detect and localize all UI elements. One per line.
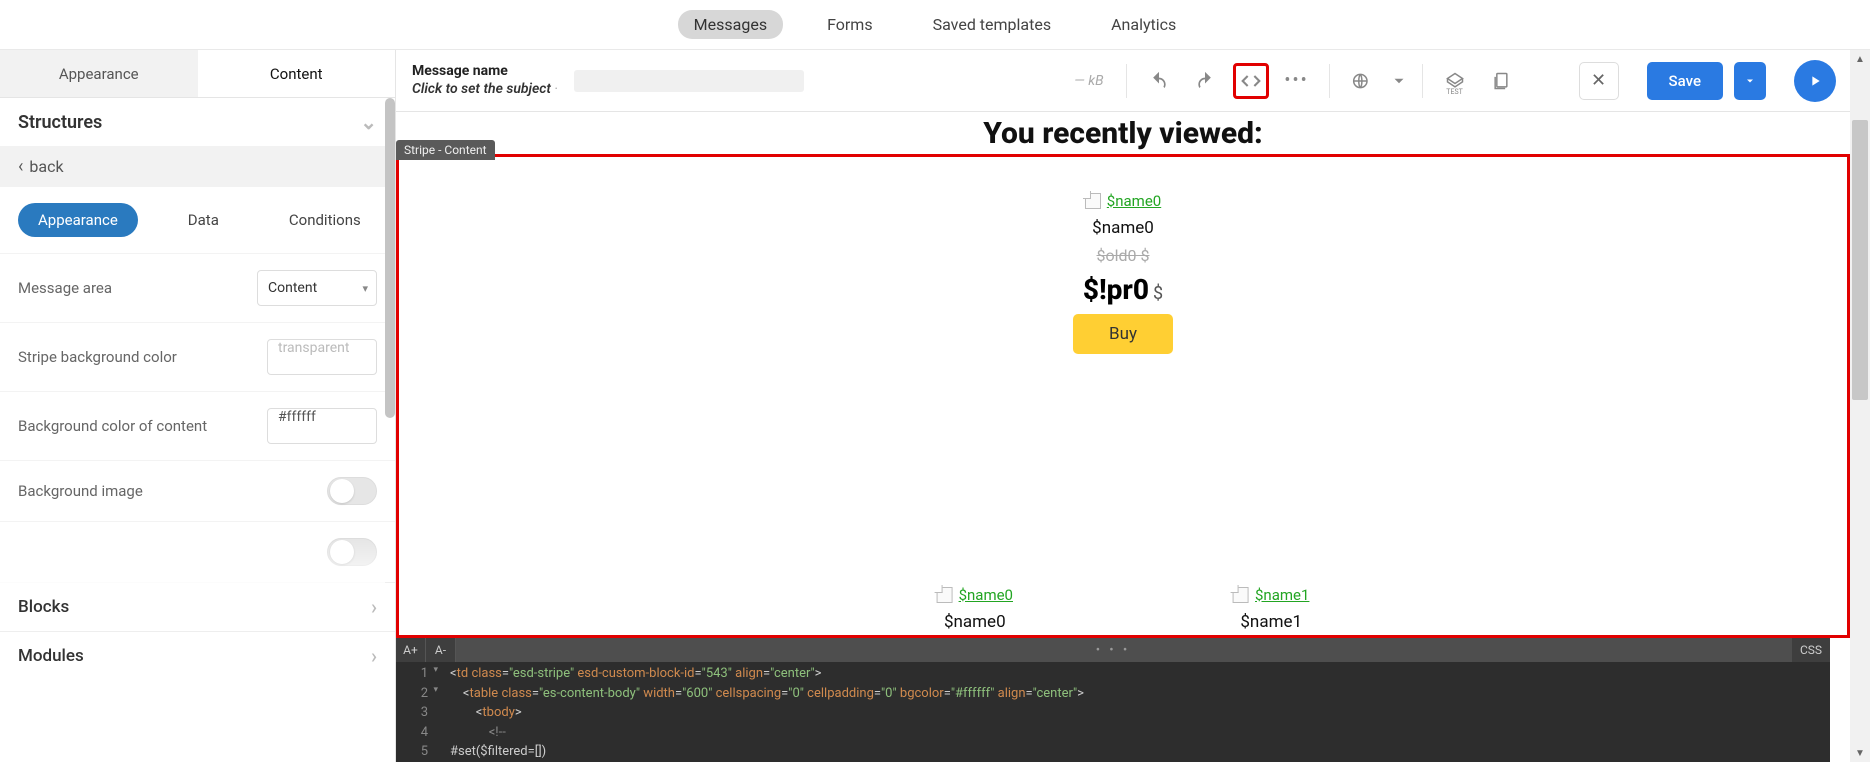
scrollbar-thumb[interactable] — [1852, 120, 1868, 400]
canvas[interactable]: You recently viewed: Stripe - Content $n… — [396, 112, 1850, 762]
broken-image-icon — [1233, 587, 1249, 603]
buy-button[interactable]: Buy — [1073, 314, 1173, 354]
subtab-data[interactable]: Data — [168, 203, 239, 237]
code-body[interactable]: 12345 <td class="esd-stripe" esd-custom-… — [396, 662, 1830, 762]
content-bg-input[interactable]: #ffffff — [267, 408, 377, 444]
back-button[interactable]: back — [0, 146, 395, 187]
section-structures[interactable]: Structures — [0, 98, 395, 146]
product-row: $name0 $name0 $name1 $name1 — [937, 586, 1310, 632]
field-content-bg: Background color of content #ffffff — [0, 391, 395, 460]
product-price: $!pr0$ — [1083, 273, 1163, 306]
content-bg-label: Background color of content — [18, 417, 207, 435]
undo-icon[interactable] — [1141, 63, 1177, 99]
section-modules[interactable]: Modules — [0, 631, 395, 680]
section-blocks[interactable]: Blocks — [0, 582, 395, 631]
right-scrollbar[interactable]: ▲ ▼ — [1850, 50, 1870, 762]
product-name: $name0 — [944, 612, 1006, 632]
scroll-up-arrow[interactable]: ▲ — [1850, 50, 1870, 68]
css-button[interactable]: CSS — [1792, 638, 1830, 662]
bg-image-label: Background image — [18, 482, 143, 500]
right-panel: Message name Click to set the subject — … — [396, 50, 1870, 762]
scroll-down-arrow[interactable]: ▼ — [1850, 744, 1870, 762]
test-icon[interactable]: TEST — [1437, 63, 1473, 99]
left-tab-content[interactable]: Content — [198, 50, 396, 97]
bg-image-toggle[interactable] — [327, 477, 377, 505]
product-card: $name0 $name0 — [937, 586, 1013, 632]
code-editor[interactable]: A+ A- • • • CSS 12345 <td class="esd-str… — [396, 638, 1830, 762]
language-dropdown-icon[interactable] — [1390, 63, 1408, 99]
cutoff-label — [18, 543, 22, 561]
save-button[interactable]: Save — [1647, 62, 1723, 100]
chevron-right-icon — [371, 595, 377, 619]
drag-handle-icon[interactable]: • • • — [1096, 643, 1131, 658]
language-icon[interactable] — [1344, 63, 1380, 99]
stripe-tag: Stripe - Content — [396, 140, 495, 160]
subject-placeholder[interactable]: Click to set the subject — [412, 81, 558, 99]
line-gutter: 12345 — [396, 662, 436, 762]
chevron-right-icon — [371, 644, 377, 668]
font-decrease-button[interactable]: A- — [426, 638, 456, 662]
copy-icon[interactable] — [1483, 63, 1519, 99]
message-area-label: Message area — [18, 279, 112, 297]
field-bg-image: Background image — [0, 460, 395, 521]
canvas-heading: You recently viewed: — [396, 116, 1850, 151]
message-area-select[interactable]: Content — [257, 270, 377, 306]
close-button[interactable]: ✕ — [1579, 62, 1619, 100]
product-name: $name1 — [1240, 612, 1302, 632]
top-nav: Messages Forms Saved templates Analytics — [0, 0, 1870, 50]
product-image[interactable]: $name0 — [1085, 192, 1161, 210]
tab-forms[interactable]: Forms — [811, 10, 889, 39]
code-view-icon[interactable] — [1233, 63, 1269, 99]
field-cutoff — [0, 521, 395, 582]
size-indicator: — kB — [1074, 73, 1103, 89]
stripe-bg-input[interactable]: transparent — [267, 339, 377, 375]
code-toolbar: A+ A- • • • CSS — [396, 638, 1830, 662]
font-increase-button[interactable]: A+ — [396, 638, 426, 662]
editor-toolbar: Message name Click to set the subject — … — [396, 50, 1870, 112]
subtab-conditions[interactable]: Conditions — [269, 203, 381, 237]
more-icon[interactable]: ••• — [1279, 63, 1315, 99]
message-name-block: Message name Click to set the subject — [412, 63, 558, 98]
product-image[interactable]: $name1 — [1233, 586, 1309, 604]
stripe-bg-label: Stripe background color — [18, 348, 177, 366]
left-tab-appearance[interactable]: Appearance — [0, 50, 198, 97]
product-image-link[interactable]: $name1 — [1255, 586, 1309, 604]
code-content[interactable]: <td class="esd-stripe" esd-custom-block-… — [436, 662, 1084, 762]
product-card: $name1 $name1 — [1233, 586, 1309, 632]
tab-analytics[interactable]: Analytics — [1095, 10, 1192, 39]
field-stripe-bg: Stripe background color transparent — [0, 322, 395, 391]
left-scrollbar[interactable] — [385, 98, 395, 418]
section-structures-label: Structures — [18, 112, 102, 133]
product-price-value: $!pr0 — [1083, 273, 1149, 306]
product-price-currency: $ — [1153, 283, 1163, 304]
tab-messages[interactable]: Messages — [678, 10, 783, 39]
subtab-appearance[interactable]: Appearance — [18, 203, 138, 237]
tab-saved-templates[interactable]: Saved templates — [917, 10, 1068, 39]
left-panel-tabs: Appearance Content — [0, 50, 395, 98]
redo-icon[interactable] — [1187, 63, 1223, 99]
section-modules-label: Modules — [18, 646, 84, 666]
feature-product: $name0 $name0 $old0 $ $!pr0$ Buy — [1073, 192, 1173, 354]
section-blocks-label: Blocks — [18, 597, 69, 617]
product-image-link[interactable]: $name0 — [1107, 192, 1161, 210]
redacted-block — [574, 70, 804, 92]
broken-image-icon — [937, 587, 953, 603]
field-message-area: Message area Content — [0, 253, 395, 322]
product-image[interactable]: $name0 — [937, 586, 1013, 604]
save-dropdown-button[interactable] — [1734, 62, 1766, 100]
product-name: $name0 — [1092, 218, 1154, 238]
play-button[interactable] — [1794, 60, 1836, 102]
product-image-link[interactable]: $name0 — [959, 586, 1013, 604]
left-panel: Appearance Content Structures back Appea… — [0, 50, 396, 762]
subtab-row: Appearance Data Conditions — [0, 187, 395, 253]
main-area: Appearance Content Structures back Appea… — [0, 50, 1870, 762]
chevron-down-icon — [360, 110, 377, 134]
message-name-label: Message name — [412, 63, 558, 81]
broken-image-icon — [1085, 193, 1101, 209]
cutoff-toggle[interactable] — [327, 538, 377, 566]
product-old-price: $old0 $ — [1097, 246, 1150, 265]
